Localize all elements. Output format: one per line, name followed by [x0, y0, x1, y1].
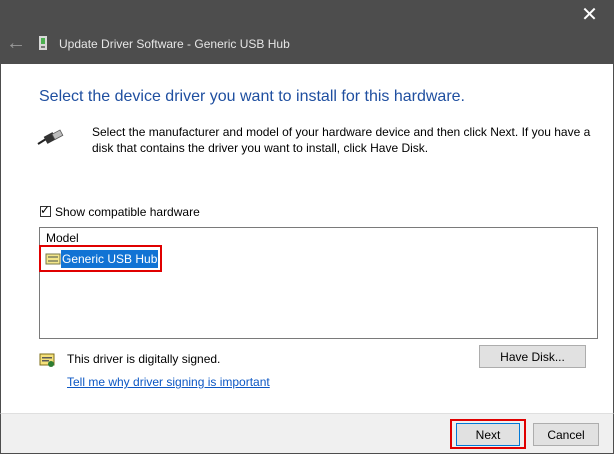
window-title: Update Driver Software - Generic USB Hub [59, 37, 290, 51]
page-heading: Select the device driver you want to ins… [39, 88, 465, 105]
driver-signing-link[interactable]: Tell me why driver signing is important [67, 374, 270, 390]
device-manager-icon [39, 36, 47, 50]
have-disk-button[interactable]: Have Disk... [479, 345, 586, 368]
show-compatible-label[interactable]: Show compatible hardware [55, 205, 200, 220]
model-column-header: Model [46, 231, 79, 245]
cancel-button[interactable]: Cancel [533, 423, 599, 446]
instruction-text: Select the manufacturer and model of you… [92, 125, 591, 155]
signed-driver-icon [39, 353, 55, 367]
usb-cable-icon [37, 129, 64, 145]
checkmark-icon: ✓ [40, 203, 51, 217]
show-compatible-checkbox[interactable]: ✓ [40, 203, 51, 217]
title-bar [0, 0, 614, 64]
close-icon[interactable]: ✕ [565, 0, 614, 30]
next-button[interactable]: Next [456, 423, 520, 446]
model-listbox[interactable] [39, 227, 598, 339]
signed-status-text: This driver is digitally signed. [67, 352, 221, 366]
model-item-generic-usb-hub[interactable]: Generic USB Hub [61, 250, 158, 268]
back-arrow-icon[interactable]: ← [4, 31, 28, 55]
driver-icon [45, 253, 61, 265]
